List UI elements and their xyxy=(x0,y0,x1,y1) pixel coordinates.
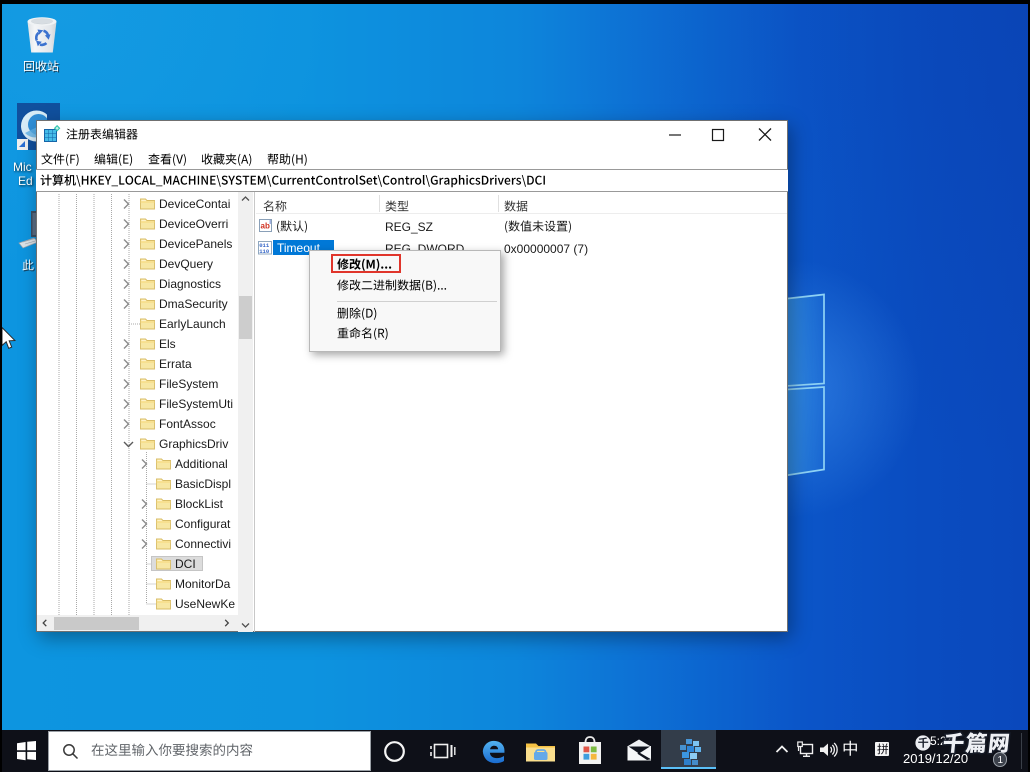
svg-text:110: 110 xyxy=(259,248,270,255)
svg-text:ab: ab xyxy=(261,222,270,231)
